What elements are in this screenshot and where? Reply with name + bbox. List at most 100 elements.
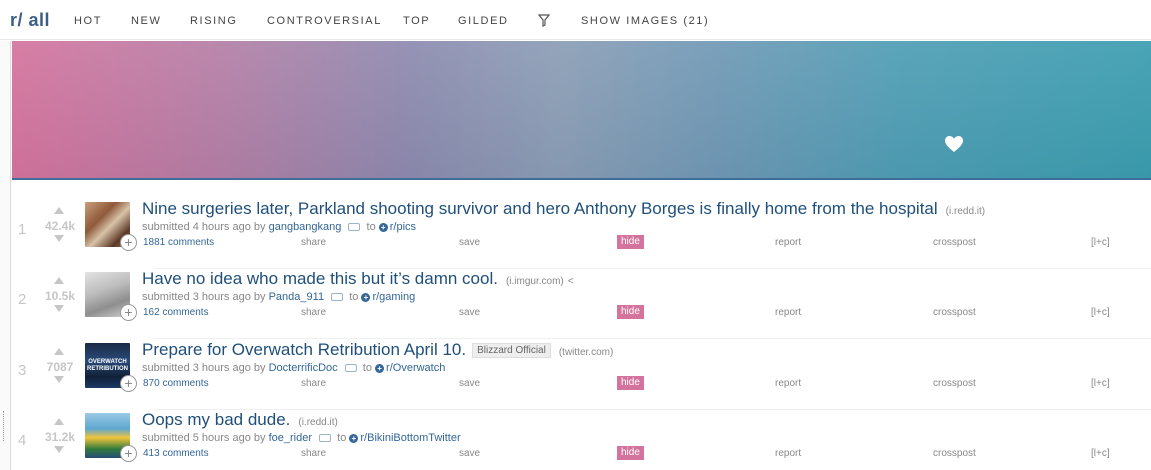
post-title-row: Nine surgeries later, Parkland shooting …	[142, 199, 985, 219]
comments-link[interactable]: 413 comments	[143, 448, 209, 459]
submitted-text: submitted 4 hours ago by	[142, 221, 266, 233]
post-title[interactable]: Oops my bad dude.	[142, 410, 290, 429]
post-rank: 3	[18, 362, 27, 379]
share-button[interactable]: share	[301, 378, 326, 389]
post-author[interactable]: DocterrificDoc	[269, 362, 338, 374]
post-domain[interactable]: (i.redd.it)	[298, 417, 337, 428]
comments-link[interactable]: 870 comments	[143, 378, 209, 389]
save-button[interactable]: save	[459, 307, 480, 318]
post-author[interactable]: foe_rider	[269, 432, 312, 444]
subscribe-plus-icon[interactable]: +	[375, 364, 385, 373]
post-divider	[154, 338, 1151, 339]
post-subreddit[interactable]: r/Overwatch	[386, 362, 445, 374]
resize-handle[interactable]	[3, 411, 6, 441]
banner-overlay	[12, 41, 1151, 178]
post-rank: 2	[18, 291, 27, 308]
upvote-arrow-icon[interactable]	[54, 207, 64, 214]
post-subreddit[interactable]: r/gaming	[372, 291, 415, 303]
post-title[interactable]: Have no idea who made this but it’s damn…	[142, 269, 498, 288]
crosspost-share-icon[interactable]: <	[568, 276, 574, 287]
post-score: 42.4k	[44, 219, 76, 233]
post-4: 4 31.2k + Oops my bad dude. (i.redd.it) s…	[12, 410, 1151, 470]
post-tagline: submitted 3 hours ago by Panda_911 to + r…	[142, 291, 415, 303]
comments-link[interactable]: 1881 comments	[143, 237, 214, 248]
upvote-arrow-icon[interactable]	[54, 277, 64, 284]
hide-button[interactable]: hide	[617, 376, 644, 390]
tab-new[interactable]: NEW	[131, 15, 161, 27]
post-domain[interactable]: (i.redd.it)	[946, 206, 985, 217]
thumbnail-caption: OVERWATCH RETRIBUTION	[87, 359, 128, 372]
report-button[interactable]: report	[775, 237, 801, 248]
comments-link[interactable]: 162 comments	[143, 307, 209, 318]
crosspost-button[interactable]: crosspost	[933, 307, 976, 318]
tab-controversial[interactable]: CONTROVERSIAL	[267, 15, 382, 27]
tab-hot[interactable]: HOT	[74, 15, 102, 27]
crosspost-button[interactable]: crosspost	[933, 378, 976, 389]
submitted-text: submitted 3 hours ago by	[142, 362, 266, 374]
post-actions: 162 comments share save hide report cros…	[12, 305, 1151, 321]
share-button[interactable]: share	[301, 237, 326, 248]
save-button[interactable]: save	[459, 448, 480, 459]
post-title[interactable]: Nine surgeries later, Parkland shooting …	[142, 199, 938, 218]
post-score: 10.5k	[44, 289, 76, 303]
post-1: 1 42.4k + Nine surgeries later, Parkland…	[12, 199, 1151, 269]
to-text: to	[349, 291, 359, 303]
crosspost-button[interactable]: crosspost	[933, 237, 976, 248]
post-title-row: Prepare for Overwatch Retribution April …	[142, 340, 613, 360]
post-rank: 1	[18, 221, 27, 238]
post-domain[interactable]: (i.imgur.com)	[506, 276, 564, 287]
upvote-arrow-icon[interactable]	[54, 348, 64, 355]
post-2: 2 10.5k + Have no idea who made this but…	[12, 269, 1151, 339]
subscribe-plus-icon[interactable]: +	[361, 293, 371, 302]
to-text: to	[362, 362, 372, 374]
show-images-toggle[interactable]: SHOW IMAGES (21)	[581, 15, 709, 27]
save-button[interactable]: save	[459, 237, 480, 248]
post-title-row: Have no idea who made this but it’s damn…	[142, 269, 574, 289]
post-domain[interactable]: (twitter.com)	[559, 347, 613, 358]
tag-icon[interactable]	[331, 293, 344, 301]
post-actions: 870 comments share save hide report cros…	[12, 376, 1151, 392]
lc-link[interactable]: [l+c]	[1091, 448, 1110, 459]
tab-top[interactable]: TOP	[403, 15, 430, 27]
subreddit-title[interactable]: r/ all	[10, 10, 50, 31]
post-title[interactable]: Prepare for Overwatch Retribution April …	[142, 340, 466, 359]
upvote-arrow-icon[interactable]	[54, 418, 64, 425]
submitted-text: submitted 5 hours ago by	[142, 432, 266, 444]
top-nav: r/ all HOT NEW RISING CONTROVERSIAL TOP …	[0, 0, 1151, 40]
lc-link[interactable]: [l+c]	[1091, 307, 1110, 318]
lc-link[interactable]: [l+c]	[1091, 378, 1110, 389]
report-button[interactable]: report	[775, 448, 801, 459]
post-author[interactable]: gangbangkang	[269, 221, 342, 233]
share-button[interactable]: share	[301, 448, 326, 459]
share-button[interactable]: share	[301, 307, 326, 318]
tag-icon[interactable]	[348, 223, 361, 231]
post-subreddit[interactable]: r/pics	[390, 221, 416, 233]
to-text: to	[366, 221, 376, 233]
post-score: 31.2k	[44, 430, 76, 444]
heart-icon[interactable]	[944, 135, 964, 153]
post-author[interactable]: Panda_911	[269, 291, 324, 303]
lc-link[interactable]: [l+c]	[1091, 237, 1110, 248]
subscribe-plus-icon[interactable]: +	[378, 223, 388, 232]
save-button[interactable]: save	[459, 378, 480, 389]
report-button[interactable]: report	[775, 378, 801, 389]
to-text: to	[337, 432, 347, 444]
tag-icon[interactable]	[344, 364, 357, 372]
subscribe-plus-icon[interactable]: +	[349, 434, 359, 443]
post-subreddit[interactable]: r/BikiniBottomTwitter	[360, 432, 460, 444]
tab-gilded[interactable]: GILDED	[458, 15, 509, 27]
hide-button[interactable]: hide	[617, 446, 644, 460]
submitted-text: submitted 3 hours ago by	[142, 291, 266, 303]
post-title-row: Oops my bad dude. (i.redd.it)	[142, 410, 338, 430]
post-rank: 4	[18, 432, 27, 449]
hide-button[interactable]: hide	[617, 235, 644, 249]
side-rail	[0, 41, 11, 470]
crosspost-button[interactable]: crosspost	[933, 448, 976, 459]
tag-icon[interactable]	[319, 434, 332, 442]
hide-button[interactable]: hide	[617, 305, 644, 319]
report-button[interactable]: report	[775, 307, 801, 318]
banner-divider	[12, 178, 1151, 180]
tab-rising[interactable]: RISING	[190, 15, 238, 27]
post-flair: Blizzard Official	[472, 343, 551, 358]
funnel-icon[interactable]	[538, 14, 550, 27]
